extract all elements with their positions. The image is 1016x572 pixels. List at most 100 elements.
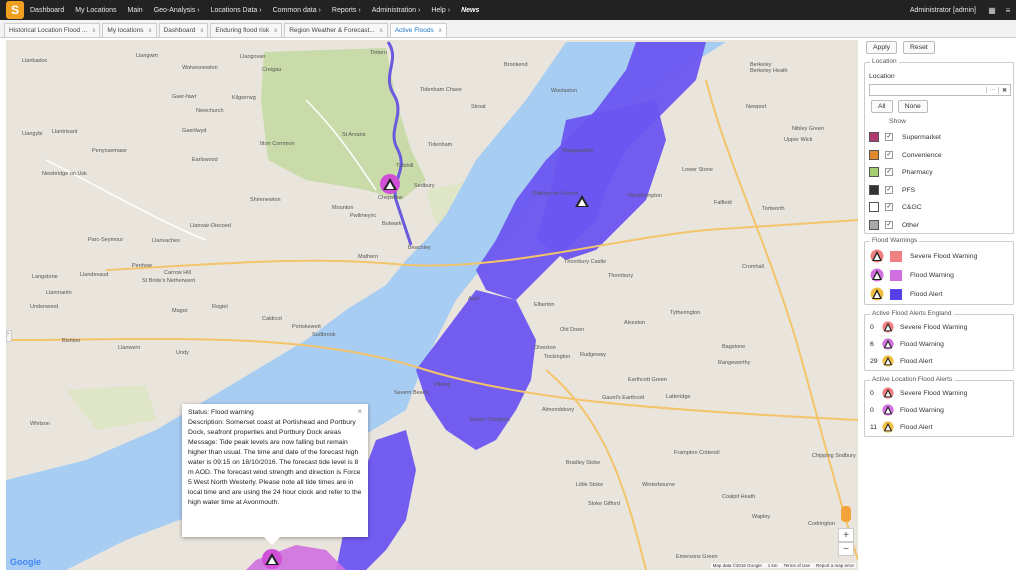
street-view-pegman-icon[interactable] <box>841 506 851 522</box>
alert-label: Flood Alert <box>900 423 933 431</box>
checkbox[interactable]: ✓ <box>885 186 893 194</box>
map-label: Bradley Stoke <box>566 460 601 466</box>
panel-toolbar: Apply Reset <box>866 41 935 54</box>
apply-button[interactable]: Apply <box>866 41 898 54</box>
clear-icon[interactable]: ✖ <box>998 86 1010 94</box>
checkbox[interactable]: ✓ <box>885 203 893 211</box>
show-item-label: Pharmacy <box>902 168 933 176</box>
close-icon[interactable]: x <box>380 28 383 34</box>
cgc-swatch <box>869 202 879 212</box>
show-item-supermarket[interactable]: ✓ Supermarket <box>869 131 941 143</box>
menu-icon[interactable]: ≡ <box>1000 0 1016 20</box>
map-label: Tidenham Chase <box>420 87 462 93</box>
more-icon[interactable]: ··· <box>986 87 998 93</box>
map-label: Underwood <box>30 304 59 310</box>
map-label: Stroat <box>471 104 486 110</box>
chevron-right-icon: › <box>447 6 451 14</box>
map-label: Latteridge <box>666 394 691 400</box>
close-icon[interactable]: x <box>274 28 277 34</box>
alert-label: Flood Warning <box>900 340 944 348</box>
user-name[interactable]: Administrator [admin] <box>910 7 976 14</box>
show-item-cgc[interactable]: ✓ C&GC <box>869 201 922 213</box>
alert-label: Flood Alert <box>900 357 933 365</box>
flood-alert-icon <box>870 287 884 301</box>
legend-flood-warning: Flood Warning <box>870 268 954 282</box>
flood-warning-marker[interactable] <box>262 549 282 569</box>
flood-warnings-legend: Flood Warnings <box>870 237 920 244</box>
nav-my-locations[interactable]: My Locations <box>75 7 116 14</box>
flood-warning-marker[interactable] <box>380 174 400 194</box>
nav-common-data[interactable]: Common data › <box>273 7 321 14</box>
checkbox[interactable]: ✓ <box>885 151 893 159</box>
zoom-in-button[interactable]: + <box>838 528 854 542</box>
close-icon[interactable]: × <box>357 407 362 417</box>
checkbox[interactable]: ✓ <box>885 168 893 176</box>
tab-historical-location-flood[interactable]: Historical Location Flood ... x <box>4 23 101 37</box>
zoom-out-button[interactable]: − <box>838 542 854 556</box>
tab-my-locations[interactable]: My locations x <box>102 23 157 37</box>
nav-administration-label: Administration <box>371 6 417 14</box>
nav-dashboard[interactable]: Dashboard <box>30 7 64 14</box>
map-label: Llanvaches <box>152 238 180 244</box>
map-label: Shirenewton <box>250 197 281 203</box>
show-item-pharmacy[interactable]: ✓ Pharmacy <box>869 166 933 178</box>
map-label: Parc-Seymour <box>88 237 124 243</box>
location-fieldset: Location Location ··· ✖ All None Show ✓ … <box>864 58 1014 234</box>
map-label: Newchurch <box>196 108 224 114</box>
tab-region-weather[interactable]: Region Weather & Forecast... x <box>284 23 388 37</box>
map-label: Llangybi <box>22 131 43 137</box>
map-label: Llanvair-Discoed <box>190 223 231 229</box>
flood-alert-icon <box>882 421 894 433</box>
warning-triangle-icon <box>265 553 279 565</box>
map-label: St Bride's Netherwent <box>142 278 196 284</box>
nav-locations-data[interactable]: Locations Data › <box>211 7 262 14</box>
nav-administration[interactable]: Administration › <box>372 7 421 14</box>
chevron-right-icon: › <box>358 6 361 14</box>
nav-geo-analysis[interactable]: Geo-Analysis › <box>154 7 200 14</box>
nav-help[interactable]: Help › <box>431 7 450 14</box>
terms-link[interactable]: Terms of Use <box>783 563 810 568</box>
legend-label: Flood Alert <box>910 290 943 298</box>
tab-dashboard[interactable]: Dashboard x <box>158 23 209 37</box>
nav-reports[interactable]: Reports › <box>332 7 361 14</box>
close-icon[interactable]: x <box>439 28 442 34</box>
checkbox[interactable]: ✓ <box>885 221 893 229</box>
show-item-convenience[interactable]: ✓ Convenience <box>869 149 942 161</box>
select-none-button[interactable]: None <box>897 100 928 113</box>
map-attribution: Map data ©2016 Google 1 km Terms of Use … <box>710 563 856 568</box>
flood-map[interactable]: › Llangwm Wolvesnewton Llanbadoc Llangov… <box>6 40 858 570</box>
grid-icon[interactable]: ▦ <box>984 0 1000 20</box>
checkbox[interactable]: ✓ <box>885 133 893 141</box>
close-icon[interactable]: x <box>200 28 203 34</box>
show-item-pfs[interactable]: ✓ PFS <box>869 184 915 196</box>
map-label: Caldicot <box>262 316 282 322</box>
nav-help-label: Help <box>431 6 446 14</box>
nav-news[interactable]: News <box>461 7 479 14</box>
map-label: Bulwark <box>382 221 402 227</box>
show-item-label: Supermarket <box>902 133 941 141</box>
tab-bar: Historical Location Flood ... x My locati… <box>0 20 1016 38</box>
legend-severe-flood-warning: Severe Flood Warning <box>870 249 977 263</box>
warning-triangle-icon <box>383 178 397 190</box>
map-label: Tintern <box>370 50 387 56</box>
map-label: Woolaston <box>551 88 577 94</box>
severe-warning-icon <box>882 321 894 333</box>
reset-button[interactable]: Reset <box>903 41 935 54</box>
map-expand-tab[interactable]: › <box>6 330 12 342</box>
flood-alert-marker[interactable] <box>572 191 592 211</box>
map-label: Old Down <box>560 327 585 333</box>
close-icon[interactable]: x <box>92 28 95 34</box>
nav-main[interactable]: Main <box>128 7 143 14</box>
location-label: Location <box>869 73 895 80</box>
map-label: Sedbury <box>414 183 435 189</box>
show-item-other[interactable]: ✓ Other <box>869 219 919 231</box>
close-icon[interactable]: x <box>149 28 152 34</box>
tab-active-floods[interactable]: Active Floods x <box>389 23 447 37</box>
report-error-link[interactable]: Report a map error <box>816 563 854 568</box>
location-input[interactable]: ··· ✖ <box>869 84 1011 96</box>
map-label: Sudbrook <box>312 332 336 338</box>
app-logo-icon[interactable]: S <box>6 1 24 19</box>
select-all-button[interactable]: All <box>871 100 893 113</box>
tab-enduring-flood-risk[interactable]: Enduring flood risk x <box>210 23 283 37</box>
map-label: Llanbadoc <box>22 58 48 64</box>
